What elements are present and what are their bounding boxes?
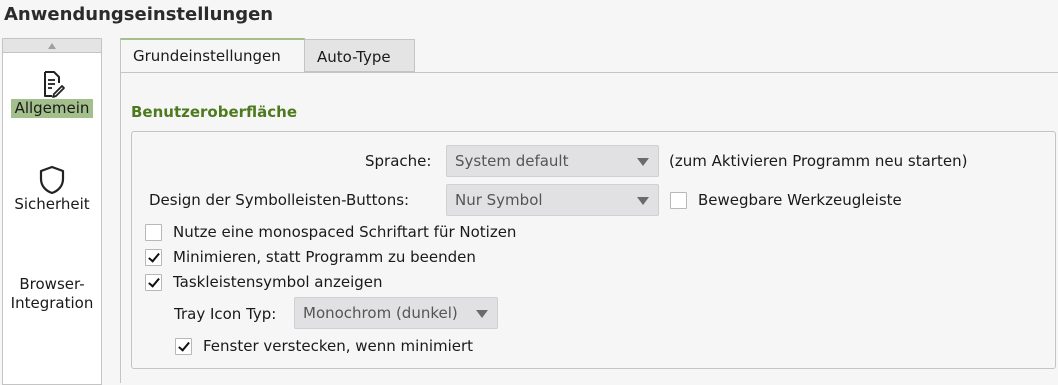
minimize-instead-label: Minimieren, statt Programm zu beenden xyxy=(173,248,476,266)
chevron-down-icon xyxy=(637,197,649,205)
category-sidebar: Allgemein Sicherheit Browser- Integratio… xyxy=(2,38,102,385)
tab-auto-type[interactable]: Auto-Type xyxy=(305,39,415,72)
toolbar-style-select[interactable]: Nur Symbol xyxy=(446,184,659,216)
tray-icon-label: Taskleistensymbol anzeigen xyxy=(173,273,383,291)
sidebar-item-label: Allgemein xyxy=(10,99,94,118)
chevron-down-icon xyxy=(637,158,649,166)
tab-basic-settings[interactable]: Grundeinstellungen xyxy=(120,38,305,72)
sidebar-item-label: Sicherheit xyxy=(14,195,90,213)
movable-toolbar-checkbox[interactable] xyxy=(670,192,687,209)
sidebar-item-label-line1: Browser- xyxy=(19,275,85,293)
language-select[interactable]: System default xyxy=(446,145,659,177)
sidebar-scroll-up-button[interactable] xyxy=(3,39,101,53)
language-label: Sprache: xyxy=(365,152,432,170)
toolbar-style-label: Design der Symbolleisten-Buttons: xyxy=(149,191,410,209)
chevron-down-icon xyxy=(476,310,488,318)
tray-icon-type-select[interactable]: Monochrom (dunkel) xyxy=(294,297,498,329)
sidebar-item-general[interactable]: Allgemein xyxy=(3,69,101,118)
section-title: Benutzeroberfläche xyxy=(131,103,298,121)
monospace-notes-label: Nutze eine monospaced Schriftart für Not… xyxy=(173,223,517,241)
tray-icon-type-label: Tray Icon Typ: xyxy=(174,305,277,323)
language-select-value: System default xyxy=(455,152,569,170)
monospace-notes-checkbox[interactable] xyxy=(145,224,162,241)
shield-icon xyxy=(39,165,65,195)
toolbar-style-select-value: Nur Symbol xyxy=(455,191,543,209)
page-title: Anwendungseinstellungen xyxy=(4,4,274,25)
chevron-up-icon xyxy=(48,42,56,49)
hide-window-checkbox[interactable] xyxy=(175,338,192,355)
tray-icon-checkbox[interactable] xyxy=(145,274,162,291)
document-edit-icon xyxy=(44,71,65,98)
movable-toolbar-label: Bewegbare Werkzeugleiste xyxy=(698,191,902,209)
minimize-instead-checkbox[interactable] xyxy=(145,249,162,266)
hide-window-label: Fenster verstecken, wenn minimiert xyxy=(203,337,474,355)
language-hint: (zum Aktivieren Programm neu starten) xyxy=(669,152,968,170)
sidebar-item-security[interactable]: Sicherheit xyxy=(3,165,101,214)
tray-icon-type-select-value: Monochrom (dunkel) xyxy=(303,304,458,322)
sidebar-item-label-line2: Integration xyxy=(10,294,94,312)
sidebar-item-browser-integration[interactable]: Browser- Integration xyxy=(3,275,101,313)
text-fade xyxy=(457,298,467,328)
